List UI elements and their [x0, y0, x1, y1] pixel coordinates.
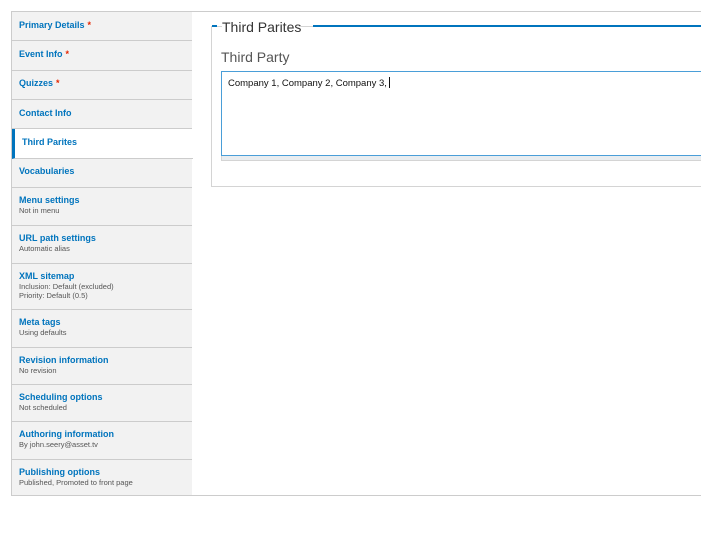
required-marker: *: [56, 78, 60, 88]
tab-summary-secondary: Priority: Default (0.5): [19, 291, 88, 300]
tab-summary: Not scheduled: [19, 403, 67, 412]
fieldset-legend: Third Parites: [222, 18, 302, 36]
tab-label: URL path settings: [19, 233, 96, 243]
third-party-label: Third Party: [221, 49, 290, 65]
tab-label: Publishing options: [19, 467, 100, 477]
tab-authoring-information[interactable]: Authoring information By john.seery@asse…: [12, 422, 192, 460]
fieldset-accent-line: [212, 25, 217, 27]
tab-label: Contact Info: [19, 108, 72, 118]
tab-label: Revision information: [19, 355, 109, 365]
tab-label: Menu settings: [19, 195, 80, 205]
tab-label: XML sitemap: [19, 271, 75, 281]
tab-publishing-options[interactable]: Publishing options Published, Promoted t…: [12, 460, 192, 495]
tab-label: Authoring information: [19, 429, 114, 439]
tab-quizzes[interactable]: Quizzes *: [12, 71, 192, 100]
tab-revision-information[interactable]: Revision information No revision: [12, 348, 192, 385]
tab-summary: Automatic alias: [19, 244, 70, 253]
tab-summary: Published, Promoted to front page: [19, 478, 133, 487]
tab-summary: Not in menu: [19, 206, 60, 215]
fieldset-accent-line: [313, 25, 701, 27]
third-party-textarea[interactable]: Company 1, Company 2, Company 3,: [221, 71, 701, 156]
tab-meta-tags[interactable]: Meta tags Using defaults: [12, 310, 192, 348]
textarea-value: Company 1, Company 2, Company 3,: [228, 78, 387, 89]
tab-label: Third Parites: [22, 137, 78, 147]
tab-third-parites[interactable]: Third Parites: [12, 129, 193, 159]
vertical-tabs-list: Primary Details * Event Info * Quizzes * Co…: [12, 12, 193, 495]
tab-label: Scheduling options: [19, 392, 103, 402]
tab-summary: Inclusion: Default (excluded): [19, 282, 114, 291]
tab-label: Quizzes: [19, 78, 54, 88]
tab-summary: By john.seery@asset.tv: [19, 440, 98, 449]
tab-xml-sitemap[interactable]: XML sitemap Inclusion: Default (excluded…: [12, 264, 192, 310]
required-marker: *: [65, 49, 70, 59]
textarea-resize-grip[interactable]: [221, 156, 701, 161]
tab-summary: No revision: [19, 366, 57, 375]
tab-contact-info[interactable]: Contact Info: [12, 100, 192, 129]
tab-label: Event Info: [19, 49, 63, 59]
text-caret: [388, 77, 390, 88]
tab-label: Primary Details: [19, 20, 85, 30]
tab-summary: Using defaults: [19, 328, 67, 337]
tab-label: Meta tags: [19, 317, 61, 327]
tab-menu-settings[interactable]: Menu settings Not in menu: [12, 188, 192, 226]
tab-scheduling-options[interactable]: Scheduling options Not scheduled: [12, 385, 192, 422]
tab-label: Vocabularies: [19, 166, 75, 176]
tab-vocabularies[interactable]: Vocabularies: [12, 159, 192, 188]
tab-primary-details[interactable]: Primary Details *: [12, 12, 192, 41]
tab-event-info[interactable]: Event Info *: [12, 41, 192, 71]
tab-url-path-settings[interactable]: URL path settings Automatic alias: [12, 226, 192, 264]
required-marker: *: [87, 20, 92, 30]
